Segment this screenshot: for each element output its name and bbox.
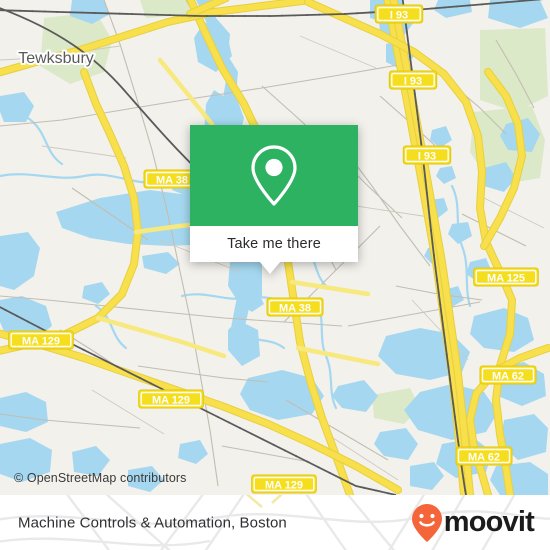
route-shield-label: I 93 [390, 9, 408, 21]
route-shield: MA 129 [8, 330, 74, 350]
route-shield-label: MA 129 [22, 335, 60, 347]
callout-pointer-tail [259, 261, 281, 274]
route-shield: MA 129 [138, 389, 204, 409]
take-me-there-label: Take me there [227, 236, 321, 252]
route-shield-label: MA 62 [468, 451, 500, 463]
route-shield-label: I 93 [404, 75, 422, 87]
take-me-there-button[interactable]: Take me there [190, 226, 358, 262]
moovit-map-page: .wtr { fill:#A5D8F0; } .prk { fill:#DCE9… [0, 0, 550, 550]
route-shield: I 93 [374, 4, 424, 24]
route-shield: I 93 [388, 70, 438, 90]
map-pin-icon [251, 144, 297, 206]
city-label-tewksbury: Tewksbury Tewksbury [16, 48, 96, 69]
route-shield-label: MA 38 [279, 302, 311, 314]
route-shield-label: MA 125 [487, 272, 525, 284]
location-callout-card[interactable]: Take me there [190, 125, 358, 274]
svg-text:Tewksbury: Tewksbury [18, 50, 94, 67]
route-shield: MA 62 [455, 446, 513, 466]
route-shield: MA 129 [251, 474, 317, 494]
route-shield: I 93 [402, 145, 452, 165]
moovit-wordmark: moovit [443, 506, 535, 538]
openstreetmap-attribution[interactable]: © OpenStreetMap contributors [14, 471, 187, 485]
route-shield-label: MA 129 [265, 479, 303, 491]
route-shield: MA 38 [266, 297, 324, 317]
moovit-smiley-pin-icon [411, 503, 442, 542]
location-title: Machine Controls & Automation, Boston [18, 514, 287, 531]
route-shield-label: MA 38 [156, 174, 188, 186]
route-shield-label: MA 129 [152, 394, 190, 406]
route-shield: MA 125 [473, 267, 539, 287]
moovit-brand[interactable]: moovit [411, 503, 535, 543]
footer-bar: Machine Controls & Automation, Boston mo… [0, 495, 550, 550]
route-shield: MA 62 [479, 365, 537, 385]
route-shield-label: I 93 [418, 150, 436, 162]
callout-image-panel [190, 125, 358, 226]
route-shield-label: MA 62 [492, 370, 524, 382]
